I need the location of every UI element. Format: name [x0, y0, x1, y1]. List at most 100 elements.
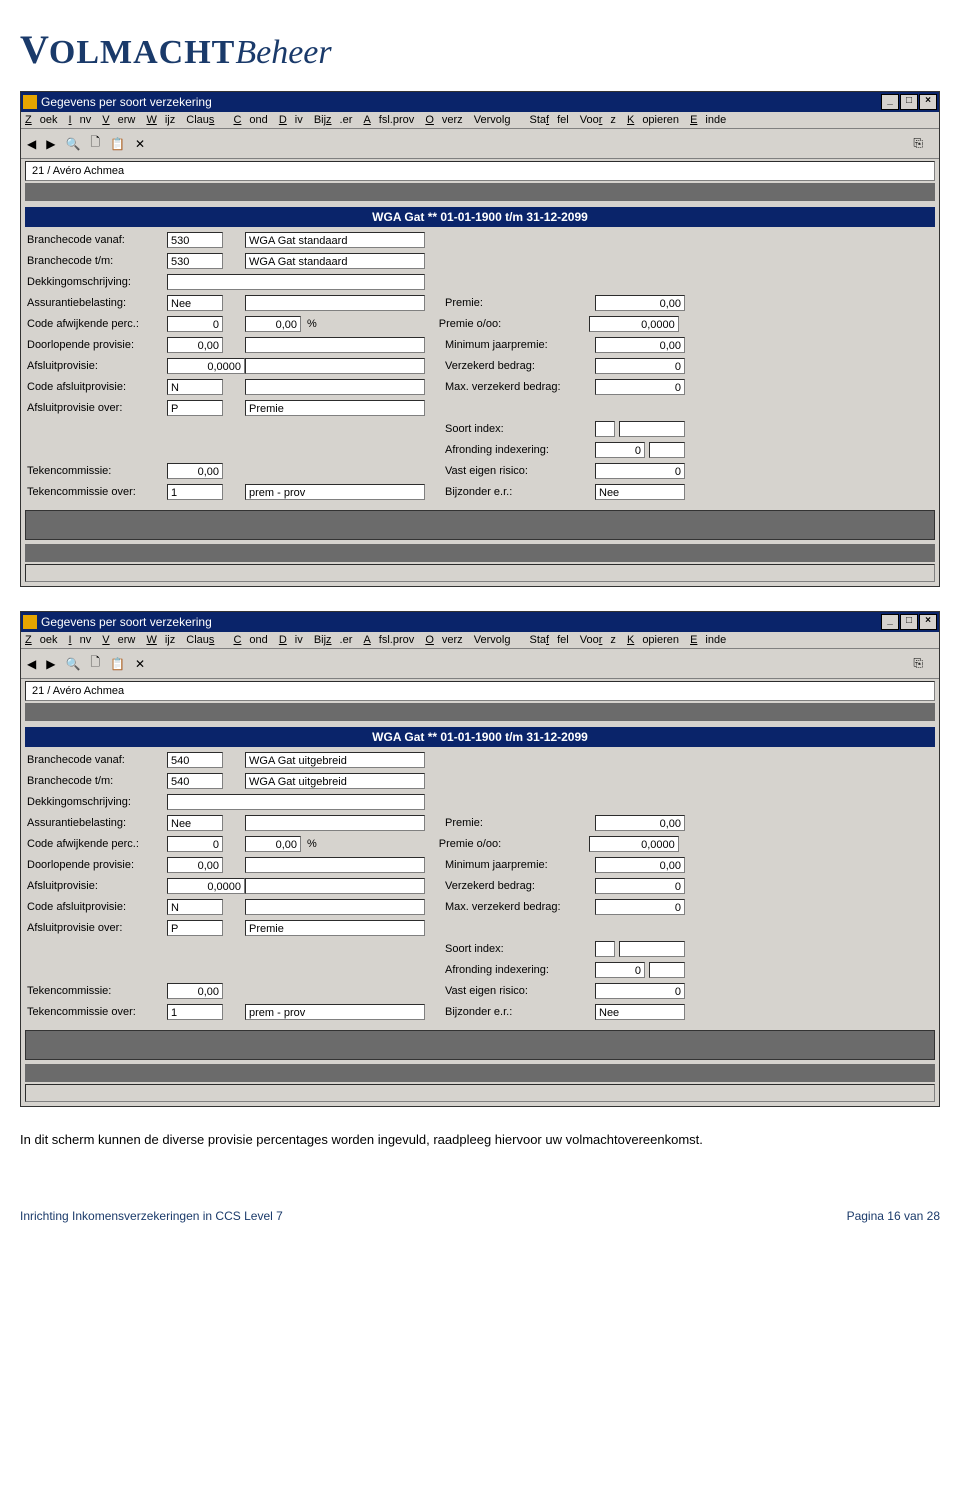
branchecode-vanaf-field[interactable]: 530 [167, 232, 223, 248]
menu-afslprov[interactable]: Afsl.prov [363, 634, 414, 646]
afsluitprovisie-extra-field[interactable] [245, 358, 425, 374]
doorlopende-provisie-field[interactable]: 0,00 [167, 337, 223, 353]
bijzonder-er-field[interactable]: Nee [595, 1004, 685, 1020]
dekkingomschrijving-field[interactable] [167, 274, 425, 290]
assurantiebelasting-field[interactable]: Nee [167, 815, 223, 831]
branchecode-tm-field[interactable]: 540 [167, 773, 223, 789]
menu-vervolg[interactable]: Vervolg [474, 634, 519, 646]
scrollbar-stub[interactable] [25, 1084, 935, 1102]
menu-inv[interactable]: Inv [69, 114, 92, 126]
soort-index-b-field[interactable] [619, 421, 685, 437]
tekencommissie-field[interactable]: 0,00 [167, 983, 223, 999]
menu-staffel[interactable]: Staffel [530, 634, 569, 646]
menu-zoek[interactable]: Zoek [25, 634, 57, 646]
verzekerd-bedrag-field[interactable]: 0 [595, 878, 685, 894]
branchecode-tm-field[interactable]: 530 [167, 253, 223, 269]
menu-einde[interactable]: Einde [690, 634, 726, 646]
code-afsluitprovisie-field[interactable]: N [167, 899, 223, 915]
branche-tm-name-field[interactable]: WGA Gat uitgebreid [245, 773, 425, 789]
new-icon[interactable]: 🗋 [90, 653, 100, 674]
maximize-button[interactable]: □ [900, 614, 918, 630]
menu-div[interactable]: Div [279, 634, 303, 646]
premie-field[interactable]: 0,00 [595, 295, 685, 311]
dekkingomschrijving-field[interactable] [167, 794, 425, 810]
menu-overz[interactable]: Overz [425, 634, 462, 646]
doorlopende-provisie-field[interactable]: 0,00 [167, 857, 223, 873]
branche-vanaf-name-field[interactable]: WGA Gat standaard [245, 232, 425, 248]
verzekerd-bedrag-field[interactable]: 0 [595, 358, 685, 374]
code-afw-pct-field[interactable]: 0,00 [245, 836, 301, 852]
tekencommissie-field[interactable]: 0,00 [167, 463, 223, 479]
assurantiebelasting-field[interactable]: Nee [167, 295, 223, 311]
afronding-index-field[interactable]: 0 [595, 442, 645, 458]
menu-inv[interactable]: Inv [69, 634, 92, 646]
min-jaarpremie-field[interactable]: 0,00 [595, 857, 685, 873]
afronding-index-b-field[interactable] [649, 962, 685, 978]
menu-afslprov[interactable]: Afsl.prov [363, 114, 414, 126]
next-icon[interactable]: ▶ [46, 137, 55, 151]
afsluitprovisie-over-name-field[interactable]: Premie [245, 920, 425, 936]
afsluitprovisie-extra-field[interactable] [245, 878, 425, 894]
delete-icon[interactable]: ✕ [135, 137, 145, 151]
afsluitprovisie-field[interactable]: 0,0000 [167, 878, 245, 894]
code-afsluitprovisie-field[interactable]: N [167, 379, 223, 395]
delete-icon[interactable]: ✕ [135, 657, 145, 671]
afronding-index-field[interactable]: 0 [595, 962, 645, 978]
minimize-button[interactable]: _ [881, 614, 899, 630]
vast-eigen-risico-field[interactable]: 0 [595, 463, 685, 479]
afronding-index-b-field[interactable] [649, 442, 685, 458]
premie-field[interactable]: 0,00 [595, 815, 685, 831]
soort-index-a-field[interactable] [595, 941, 615, 957]
bijzonder-er-field[interactable]: Nee [595, 484, 685, 500]
menu-wijz[interactable]: Wijz [146, 634, 175, 646]
search-icon[interactable]: 🔍 [65, 137, 80, 151]
branchecode-vanaf-field[interactable]: 540 [167, 752, 223, 768]
min-jaarpremie-field[interactable]: 0,00 [595, 337, 685, 353]
tekencommissie-over-field[interactable]: 1 [167, 1004, 223, 1020]
afsluitprovisie-field[interactable]: 0,0000 [167, 358, 245, 374]
branche-tm-name-field[interactable]: WGA Gat standaard [245, 253, 425, 269]
premie-ooo-field[interactable]: 0,0000 [589, 316, 679, 332]
code-afw-perc-field[interactable]: 0 [167, 316, 223, 332]
code-afsluitprovisie-extra-field[interactable] [245, 379, 425, 395]
menu-verw[interactable]: Verw [102, 634, 135, 646]
menu-bijzer[interactable]: Bijz.er [314, 114, 353, 126]
doorlopende-provisie-extra-field[interactable] [245, 857, 425, 873]
scrollbar-stub[interactable] [25, 564, 935, 582]
exit-icon[interactable]: ⎘ [913, 136, 923, 151]
menu-wijz[interactable]: Wijz [146, 114, 175, 126]
menu-verw[interactable]: Verw [102, 114, 135, 126]
afsluitprovisie-over-field[interactable]: P [167, 400, 223, 416]
tekencommissie-over-name-field[interactable]: prem - prov [245, 1004, 425, 1020]
branche-vanaf-name-field[interactable]: WGA Gat uitgebreid [245, 752, 425, 768]
code-afw-pct-field[interactable]: 0,00 [245, 316, 301, 332]
prev-icon[interactable]: ◀ [27, 657, 36, 671]
exit-icon[interactable]: ⎘ [913, 656, 923, 671]
menu-bijzer[interactable]: Bijz.er [314, 634, 353, 646]
menu-vervolg[interactable]: Vervolg [474, 114, 519, 126]
soort-index-b-field[interactable] [619, 941, 685, 957]
assurantiebelasting-extra-field[interactable] [245, 815, 425, 831]
max-verzekerd-field[interactable]: 0 [595, 899, 685, 915]
max-verzekerd-field[interactable]: 0 [595, 379, 685, 395]
menu-cond[interactable]: Cond [233, 114, 267, 126]
code-afsluitprovisie-extra-field[interactable] [245, 899, 425, 915]
menu-kopieren[interactable]: Kopieren [627, 634, 679, 646]
titlebar[interactable]: Gegevens per soort verzekering _ □ × [21, 612, 939, 632]
close-button[interactable]: × [919, 614, 937, 630]
menu-overz[interactable]: Overz [425, 114, 462, 126]
new-icon[interactable]: 🗋 [90, 133, 100, 154]
menu-claus[interactable]: Claus [186, 634, 222, 646]
menu-cond[interactable]: Cond [233, 634, 267, 646]
afsluitprovisie-over-field[interactable]: P [167, 920, 223, 936]
doorlopende-provisie-extra-field[interactable] [245, 337, 425, 353]
next-icon[interactable]: ▶ [46, 657, 55, 671]
code-afw-perc-field[interactable]: 0 [167, 836, 223, 852]
vast-eigen-risico-field[interactable]: 0 [595, 983, 685, 999]
premie-ooo-field[interactable]: 0,0000 [589, 836, 679, 852]
menu-div[interactable]: Div [279, 114, 303, 126]
copy-icon[interactable]: 📋 [110, 137, 125, 151]
assurantiebelasting-extra-field[interactable] [245, 295, 425, 311]
menu-einde[interactable]: Einde [690, 114, 726, 126]
soort-index-a-field[interactable] [595, 421, 615, 437]
